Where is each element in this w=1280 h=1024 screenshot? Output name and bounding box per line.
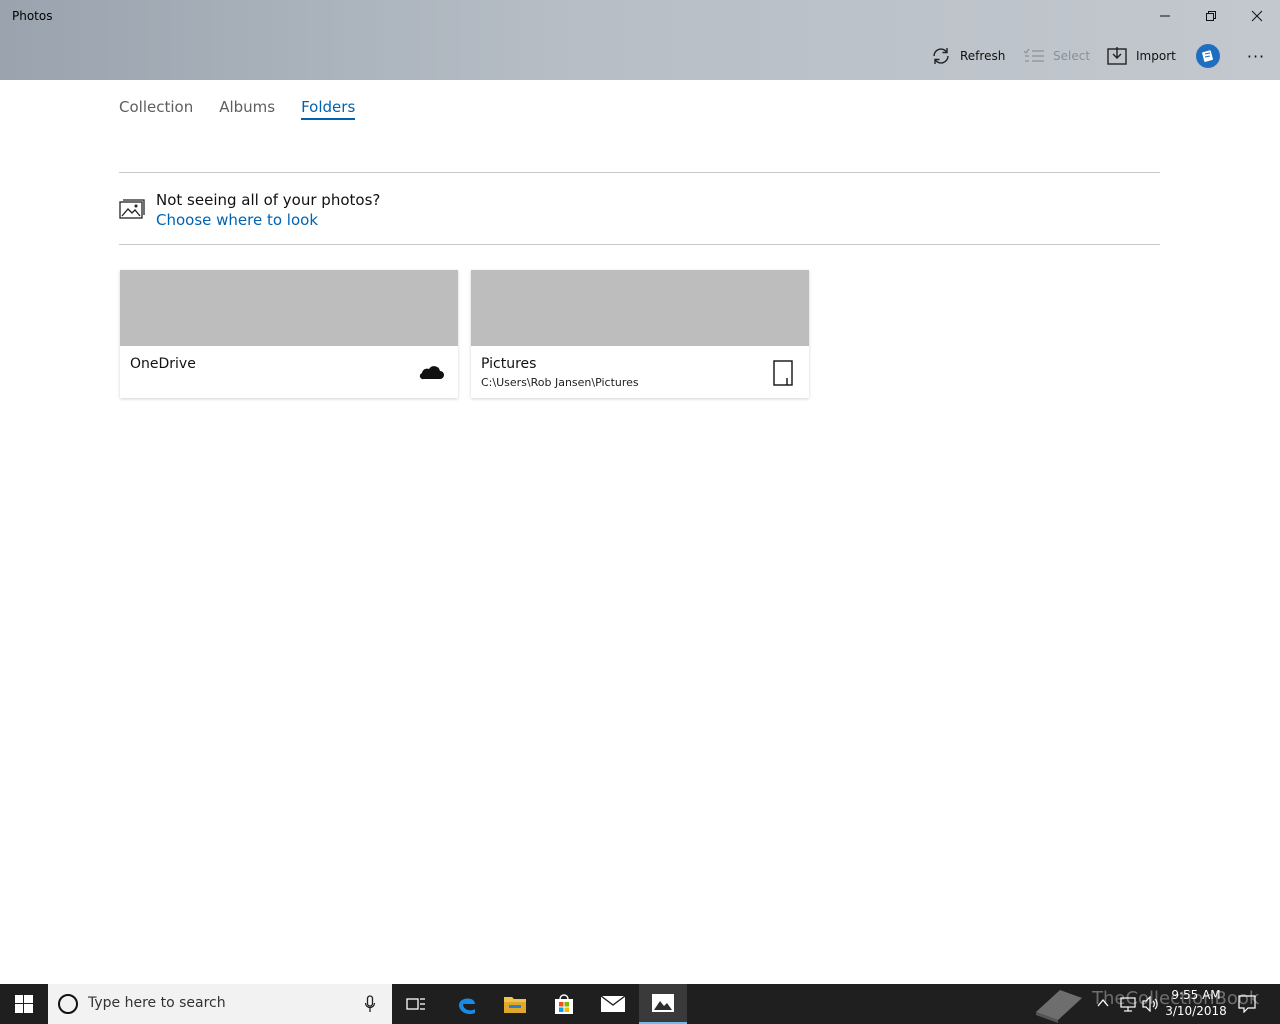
cortana-icon bbox=[58, 994, 78, 1014]
network-icon[interactable] bbox=[1120, 996, 1136, 1012]
watermark-book-icon bbox=[1036, 990, 1082, 1023]
taskbar-photos[interactable] bbox=[639, 984, 687, 1024]
clock-time: 9:55 AM bbox=[1171, 988, 1221, 1002]
folder-tile-onedrive[interactable]: OneDrive bbox=[120, 270, 458, 398]
close-button[interactable] bbox=[1234, 0, 1280, 32]
action-center-icon[interactable] bbox=[1238, 995, 1256, 1013]
clock-date: 3/10/2018 bbox=[1165, 1004, 1227, 1018]
taskbar-file-explorer[interactable] bbox=[491, 984, 539, 1024]
cloud-icon bbox=[419, 366, 444, 380]
taskbar: Type here to search TheCollectionBook 9:… bbox=[0, 984, 1280, 1024]
select-icon bbox=[1023, 48, 1044, 62]
title-bar: Photos Refresh Select Import ··· bbox=[0, 0, 1280, 80]
tab-folders[interactable]: Folders bbox=[301, 98, 356, 120]
minimize-icon bbox=[1160, 15, 1170, 17]
select-label: Select bbox=[1053, 49, 1091, 63]
divider bbox=[119, 172, 1160, 173]
folder-thumbnail bbox=[471, 270, 809, 346]
more-icon: ··· bbox=[1246, 46, 1266, 66]
app-title: Photos bbox=[12, 9, 53, 23]
import-icon bbox=[1107, 47, 1127, 65]
task-view-button[interactable] bbox=[392, 984, 440, 1024]
taskbar-search-box[interactable]: Type here to search bbox=[48, 984, 392, 1024]
taskbar-mail[interactable] bbox=[589, 984, 637, 1024]
import-label: Import bbox=[1136, 49, 1176, 63]
choose-where-to-look-link[interactable]: Choose where to look bbox=[156, 211, 318, 229]
refresh-label: Refresh bbox=[960, 49, 1006, 63]
info-question: Not seeing all of your photos? bbox=[156, 191, 381, 209]
windows-icon bbox=[15, 995, 33, 1013]
microphone-icon[interactable] bbox=[364, 995, 376, 1013]
photos-app-icon bbox=[652, 994, 674, 1012]
folder-path: C:\Users\Rob Jansen\Pictures bbox=[481, 376, 639, 389]
view-tabs: Collection Albums Folders bbox=[119, 98, 356, 120]
folder-name: Pictures bbox=[481, 356, 537, 372]
close-icon bbox=[1251, 10, 1263, 22]
refresh-icon bbox=[933, 48, 949, 64]
taskbar-store[interactable] bbox=[540, 984, 588, 1024]
start-button[interactable] bbox=[0, 984, 48, 1024]
taskbar-clock[interactable]: 9:55 AM 3/10/2018 bbox=[1160, 987, 1232, 1019]
taskbar-edge[interactable] bbox=[443, 984, 491, 1024]
folder-device-icon bbox=[773, 360, 793, 386]
task-view-icon bbox=[406, 998, 425, 1010]
import-button[interactable]: Import bbox=[1106, 42, 1176, 70]
photos-icon bbox=[119, 199, 145, 219]
volume-icon[interactable] bbox=[1142, 996, 1160, 1012]
folder-tile-pictures[interactable]: Pictures C:\Users\Rob Jansen\Pictures bbox=[471, 270, 809, 398]
tab-albums[interactable]: Albums bbox=[219, 98, 275, 120]
mail-icon bbox=[600, 995, 626, 1012]
divider bbox=[119, 244, 1160, 245]
refresh-button[interactable]: Refresh bbox=[930, 42, 1005, 70]
search-placeholder: Type here to search bbox=[88, 995, 226, 1011]
restore-button[interactable] bbox=[1188, 0, 1234, 32]
folder-thumbnail bbox=[120, 270, 458, 346]
account-icon bbox=[1202, 50, 1213, 62]
more-options-button[interactable]: ··· bbox=[1243, 46, 1269, 66]
select-button[interactable]: Select bbox=[1023, 42, 1090, 70]
show-hidden-icons-icon[interactable] bbox=[1096, 996, 1110, 1010]
store-icon bbox=[555, 994, 573, 1014]
edge-icon bbox=[459, 998, 475, 1015]
folder-icon bbox=[504, 997, 526, 1013]
minimize-button[interactable] bbox=[1142, 0, 1188, 32]
account-button[interactable] bbox=[1196, 44, 1220, 68]
folder-name: OneDrive bbox=[130, 356, 196, 372]
restore-icon bbox=[1206, 11, 1216, 21]
tab-collection[interactable]: Collection bbox=[119, 98, 193, 120]
